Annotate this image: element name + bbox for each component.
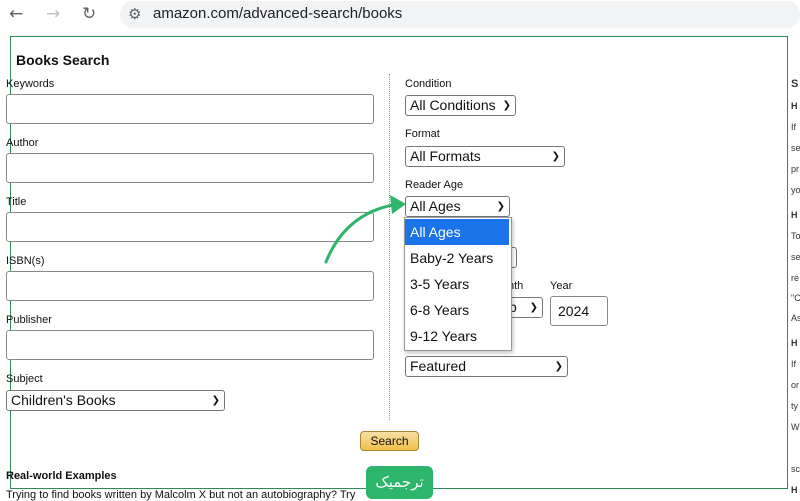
subject-label: Subject	[6, 373, 43, 385]
help-sidebar-fragment: H	[791, 210, 798, 220]
condition-select[interactable]: All Conditions ❯	[405, 95, 516, 116]
help-sidebar-fragment: H	[791, 101, 798, 111]
author-input[interactable]	[6, 153, 374, 183]
author-label: Author	[6, 137, 39, 149]
help-sidebar-fragment: H	[791, 485, 798, 495]
format-label: Format	[405, 128, 440, 140]
reader-age-option[interactable]: 6-8 Years	[405, 297, 509, 323]
sort-select-value: Featured	[410, 358, 467, 374]
help-sidebar-fragment: or	[791, 380, 800, 390]
url-text[interactable]: amazon.com/advanced-search/books	[153, 5, 402, 22]
subject-select-value: Children's Books	[11, 392, 116, 408]
publisher-label: Publisher	[6, 314, 52, 326]
browser-toolbar: ← → ↻ ⚙ amazon.com/advanced-search/books	[0, 0, 800, 30]
help-sidebar-fragment: If	[791, 122, 797, 132]
reader-age-option[interactable]: Baby-2 Years	[405, 245, 509, 271]
reader-age-options-list: All Ages Baby-2 Years 3-5 Years 6-8 Year…	[404, 217, 512, 351]
examples-text: Trying to find books written by Malcolm …	[6, 489, 356, 501]
sort-select[interactable]: Featured ❯	[405, 356, 568, 377]
title-label: Title	[6, 196, 27, 208]
keywords-input[interactable]	[6, 94, 374, 124]
help-sidebar-fragment: yo	[791, 185, 800, 195]
format-select[interactable]: All Formats ❯	[405, 146, 565, 167]
chevron-down-icon: ❯	[502, 100, 511, 111]
translation-badge: ترجمیک	[366, 466, 433, 499]
site-settings-icon[interactable]: ⚙	[128, 5, 141, 23]
chevron-down-icon: ❯	[551, 151, 560, 162]
page-title: Books Search	[16, 52, 110, 68]
reader-age-label: Reader Age	[405, 179, 464, 191]
help-sidebar-fragment: S	[791, 78, 799, 90]
subject-select[interactable]: Children's Books ❯	[6, 390, 225, 411]
help-sidebar-fragment: pr	[791, 164, 800, 174]
help-sidebar-fragment: ty	[791, 401, 799, 411]
reader-age-option[interactable]: All Ages	[405, 219, 509, 245]
isbn-label: ISBN(s)	[6, 255, 45, 267]
help-sidebar-fragment: H	[791, 338, 798, 348]
help-sidebar-fragment: sc	[791, 464, 800, 474]
help-sidebar-fragment: se	[791, 252, 800, 262]
chevron-down-icon: ❯	[211, 395, 220, 406]
reader-age-select[interactable]: All Ages ❯	[405, 196, 510, 217]
chevron-down-icon: ❯	[529, 302, 538, 313]
chevron-down-icon: ❯	[496, 201, 505, 212]
help-sidebar-fragment: If	[791, 359, 797, 369]
search-button[interactable]: Search	[360, 431, 419, 451]
condition-label: Condition	[405, 78, 452, 90]
forward-arrow-icon[interactable]: →	[46, 4, 60, 24]
help-sidebar-fragment: re	[791, 273, 800, 283]
help-sidebar-fragment: As	[791, 313, 800, 323]
help-sidebar-fragment: "C	[791, 293, 800, 303]
help-sidebar-fragment: To	[791, 231, 800, 241]
back-arrow-icon[interactable]: ←	[9, 4, 23, 24]
help-sidebar-fragment: W	[791, 422, 800, 432]
chevron-down-icon: ❯	[554, 361, 563, 372]
title-input[interactable]	[6, 212, 374, 242]
format-select-value: All Formats	[410, 148, 481, 164]
year-input[interactable]: 2024	[550, 296, 608, 326]
isbn-input[interactable]	[6, 271, 374, 301]
publisher-input[interactable]	[6, 330, 374, 360]
annotation-arrow-icon	[324, 195, 406, 264]
reader-age-option[interactable]: 3-5 Years	[405, 271, 509, 297]
help-sidebar-fragment: se	[791, 143, 800, 153]
reload-icon[interactable]: ↻	[82, 4, 96, 24]
examples-title: Real-world Examples	[6, 470, 117, 482]
reader-age-select-value: All Ages	[410, 198, 461, 214]
keywords-label: Keywords	[6, 78, 55, 90]
year-label: Year	[550, 280, 573, 292]
condition-select-value: All Conditions	[410, 97, 496, 113]
reader-age-option[interactable]: 9-12 Years	[405, 323, 509, 349]
